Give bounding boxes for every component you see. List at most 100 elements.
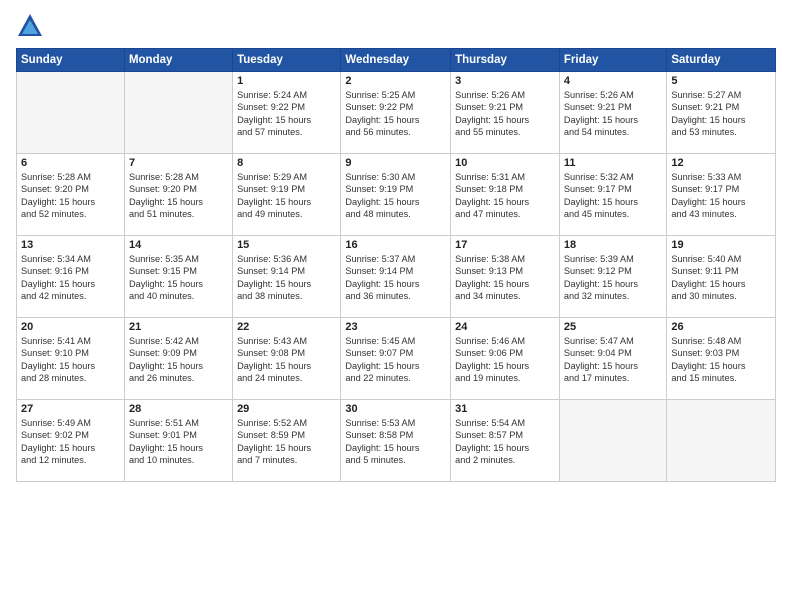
calendar-cell: 26 Sunrise: 5:48 AM Sunset: 9:03 PM Dayli… — [667, 318, 776, 400]
day-number: 13 — [21, 239, 120, 251]
day-info: Sunrise: 5:42 AM Sunset: 9:09 PM Dayligh… — [129, 335, 228, 385]
day-info: Sunrise: 5:39 AM Sunset: 9:12 PM Dayligh… — [564, 253, 662, 303]
calendar-cell: 4 Sunrise: 5:26 AM Sunset: 9:21 PM Daylig… — [559, 72, 666, 154]
calendar-cell — [17, 72, 125, 154]
weekday-header: Saturday — [667, 49, 776, 72]
calendar-cell — [559, 400, 666, 482]
calendar-cell — [124, 72, 232, 154]
day-info: Sunrise: 5:24 AM Sunset: 9:22 PM Dayligh… — [237, 89, 336, 139]
day-info: Sunrise: 5:35 AM Sunset: 9:15 PM Dayligh… — [129, 253, 228, 303]
day-info: Sunrise: 5:49 AM Sunset: 9:02 PM Dayligh… — [21, 417, 120, 467]
day-number: 21 — [129, 321, 228, 333]
day-info: Sunrise: 5:52 AM Sunset: 8:59 PM Dayligh… — [237, 417, 336, 467]
day-number: 5 — [671, 75, 771, 87]
day-info: Sunrise: 5:29 AM Sunset: 9:19 PM Dayligh… — [237, 171, 336, 221]
calendar: SundayMondayTuesdayWednesdayThursdayFrid… — [16, 48, 776, 482]
day-info: Sunrise: 5:28 AM Sunset: 9:20 PM Dayligh… — [21, 171, 120, 221]
day-info: Sunrise: 5:47 AM Sunset: 9:04 PM Dayligh… — [564, 335, 662, 385]
day-info: Sunrise: 5:46 AM Sunset: 9:06 PM Dayligh… — [455, 335, 555, 385]
calendar-cell: 10 Sunrise: 5:31 AM Sunset: 9:18 PM Dayli… — [451, 154, 560, 236]
day-info: Sunrise: 5:34 AM Sunset: 9:16 PM Dayligh… — [21, 253, 120, 303]
day-number: 17 — [455, 239, 555, 251]
day-number: 11 — [564, 157, 662, 169]
day-number: 23 — [345, 321, 446, 333]
day-info: Sunrise: 5:38 AM Sunset: 9:13 PM Dayligh… — [455, 253, 555, 303]
calendar-cell: 23 Sunrise: 5:45 AM Sunset: 9:07 PM Dayli… — [341, 318, 451, 400]
calendar-cell: 12 Sunrise: 5:33 AM Sunset: 9:17 PM Dayli… — [667, 154, 776, 236]
day-info: Sunrise: 5:48 AM Sunset: 9:03 PM Dayligh… — [671, 335, 771, 385]
day-info: Sunrise: 5:30 AM Sunset: 9:19 PM Dayligh… — [345, 171, 446, 221]
calendar-cell: 29 Sunrise: 5:52 AM Sunset: 8:59 PM Dayli… — [233, 400, 341, 482]
calendar-cell: 18 Sunrise: 5:39 AM Sunset: 9:12 PM Dayli… — [559, 236, 666, 318]
day-number: 30 — [345, 403, 446, 415]
day-number: 8 — [237, 157, 336, 169]
header — [16, 12, 776, 40]
calendar-cell: 16Sunrise: 5:37 AM Sunset: 9:14 PM Dayli… — [341, 236, 451, 318]
day-info: Sunrise: 5:26 AM Sunset: 9:21 PM Dayligh… — [564, 89, 662, 139]
weekday-header-row: SundayMondayTuesdayWednesdayThursdayFrid… — [17, 49, 776, 72]
day-info: Sunrise: 5:25 AM Sunset: 9:22 PM Dayligh… — [345, 89, 446, 139]
calendar-cell: 17 Sunrise: 5:38 AM Sunset: 9:13 PM Dayli… — [451, 236, 560, 318]
day-number: 10 — [455, 157, 555, 169]
calendar-week-row: 13 Sunrise: 5:34 AM Sunset: 9:16 PM Dayli… — [17, 236, 776, 318]
day-number: 15 — [237, 239, 336, 251]
day-number: 16 — [345, 239, 446, 251]
calendar-cell: 21 Sunrise: 5:42 AM Sunset: 9:09 PM Dayli… — [124, 318, 232, 400]
calendar-cell: 25 Sunrise: 5:47 AM Sunset: 9:04 PM Dayli… — [559, 318, 666, 400]
day-number: 7 — [129, 157, 228, 169]
logo-icon — [16, 12, 44, 40]
day-info: Sunrise: 5:33 AM Sunset: 9:17 PM Dayligh… — [671, 171, 771, 221]
day-info: Sunrise: 5:31 AM Sunset: 9:18 PM Dayligh… — [455, 171, 555, 221]
calendar-week-row: 6Sunrise: 5:28 AM Sunset: 9:20 PM Daylig… — [17, 154, 776, 236]
day-number: 9 — [345, 157, 446, 169]
calendar-cell: 31Sunrise: 5:54 AM Sunset: 8:57 PM Dayli… — [451, 400, 560, 482]
day-info: Sunrise: 5:27 AM Sunset: 9:21 PM Dayligh… — [671, 89, 771, 139]
day-info: Sunrise: 5:28 AM Sunset: 9:20 PM Dayligh… — [129, 171, 228, 221]
calendar-cell: 1 Sunrise: 5:24 AM Sunset: 9:22 PM Daylig… — [233, 72, 341, 154]
calendar-cell: 3Sunrise: 5:26 AM Sunset: 9:21 PM Daylig… — [451, 72, 560, 154]
calendar-week-row: 20Sunrise: 5:41 AM Sunset: 9:10 PM Dayli… — [17, 318, 776, 400]
weekday-header: Monday — [124, 49, 232, 72]
calendar-cell: 15 Sunrise: 5:36 AM Sunset: 9:14 PM Dayli… — [233, 236, 341, 318]
weekday-header: Sunday — [17, 49, 125, 72]
calendar-cell: 2Sunrise: 5:25 AM Sunset: 9:22 PM Daylig… — [341, 72, 451, 154]
calendar-cell: 11Sunrise: 5:32 AM Sunset: 9:17 PM Dayli… — [559, 154, 666, 236]
day-info: Sunrise: 5:54 AM Sunset: 8:57 PM Dayligh… — [455, 417, 555, 467]
day-number: 4 — [564, 75, 662, 87]
day-info: Sunrise: 5:26 AM Sunset: 9:21 PM Dayligh… — [455, 89, 555, 139]
calendar-cell: 20Sunrise: 5:41 AM Sunset: 9:10 PM Dayli… — [17, 318, 125, 400]
weekday-header: Tuesday — [233, 49, 341, 72]
calendar-week-row: 27Sunrise: 5:49 AM Sunset: 9:02 PM Dayli… — [17, 400, 776, 482]
day-info: Sunrise: 5:51 AM Sunset: 9:01 PM Dayligh… — [129, 417, 228, 467]
day-number: 14 — [129, 239, 228, 251]
calendar-cell: 7 Sunrise: 5:28 AM Sunset: 9:20 PM Daylig… — [124, 154, 232, 236]
day-number: 18 — [564, 239, 662, 251]
calendar-cell: 8 Sunrise: 5:29 AM Sunset: 9:19 PM Daylig… — [233, 154, 341, 236]
calendar-cell: 6Sunrise: 5:28 AM Sunset: 9:20 PM Daylig… — [17, 154, 125, 236]
calendar-cell: 9 Sunrise: 5:30 AM Sunset: 9:19 PM Daylig… — [341, 154, 451, 236]
day-info: Sunrise: 5:53 AM Sunset: 8:58 PM Dayligh… — [345, 417, 446, 467]
calendar-cell: 22 Sunrise: 5:43 AM Sunset: 9:08 PM Dayli… — [233, 318, 341, 400]
day-number: 26 — [671, 321, 771, 333]
day-number: 12 — [671, 157, 771, 169]
calendar-cell: 19Sunrise: 5:40 AM Sunset: 9:11 PM Dayli… — [667, 236, 776, 318]
day-info: Sunrise: 5:41 AM Sunset: 9:10 PM Dayligh… — [21, 335, 120, 385]
day-number: 1 — [237, 75, 336, 87]
day-info: Sunrise: 5:36 AM Sunset: 9:14 PM Dayligh… — [237, 253, 336, 303]
calendar-cell: 30 Sunrise: 5:53 AM Sunset: 8:58 PM Dayli… — [341, 400, 451, 482]
calendar-cell: 14 Sunrise: 5:35 AM Sunset: 9:15 PM Dayli… — [124, 236, 232, 318]
day-info: Sunrise: 5:40 AM Sunset: 9:11 PM Dayligh… — [671, 253, 771, 303]
weekday-header: Friday — [559, 49, 666, 72]
calendar-cell: 24Sunrise: 5:46 AM Sunset: 9:06 PM Dayli… — [451, 318, 560, 400]
day-number: 22 — [237, 321, 336, 333]
day-number: 25 — [564, 321, 662, 333]
day-info: Sunrise: 5:45 AM Sunset: 9:07 PM Dayligh… — [345, 335, 446, 385]
calendar-cell — [667, 400, 776, 482]
day-info: Sunrise: 5:43 AM Sunset: 9:08 PM Dayligh… — [237, 335, 336, 385]
calendar-week-row: 1 Sunrise: 5:24 AM Sunset: 9:22 PM Daylig… — [17, 72, 776, 154]
day-number: 28 — [129, 403, 228, 415]
calendar-cell: 27Sunrise: 5:49 AM Sunset: 9:02 PM Dayli… — [17, 400, 125, 482]
logo — [16, 12, 48, 40]
weekday-header: Wednesday — [341, 49, 451, 72]
day-number: 29 — [237, 403, 336, 415]
